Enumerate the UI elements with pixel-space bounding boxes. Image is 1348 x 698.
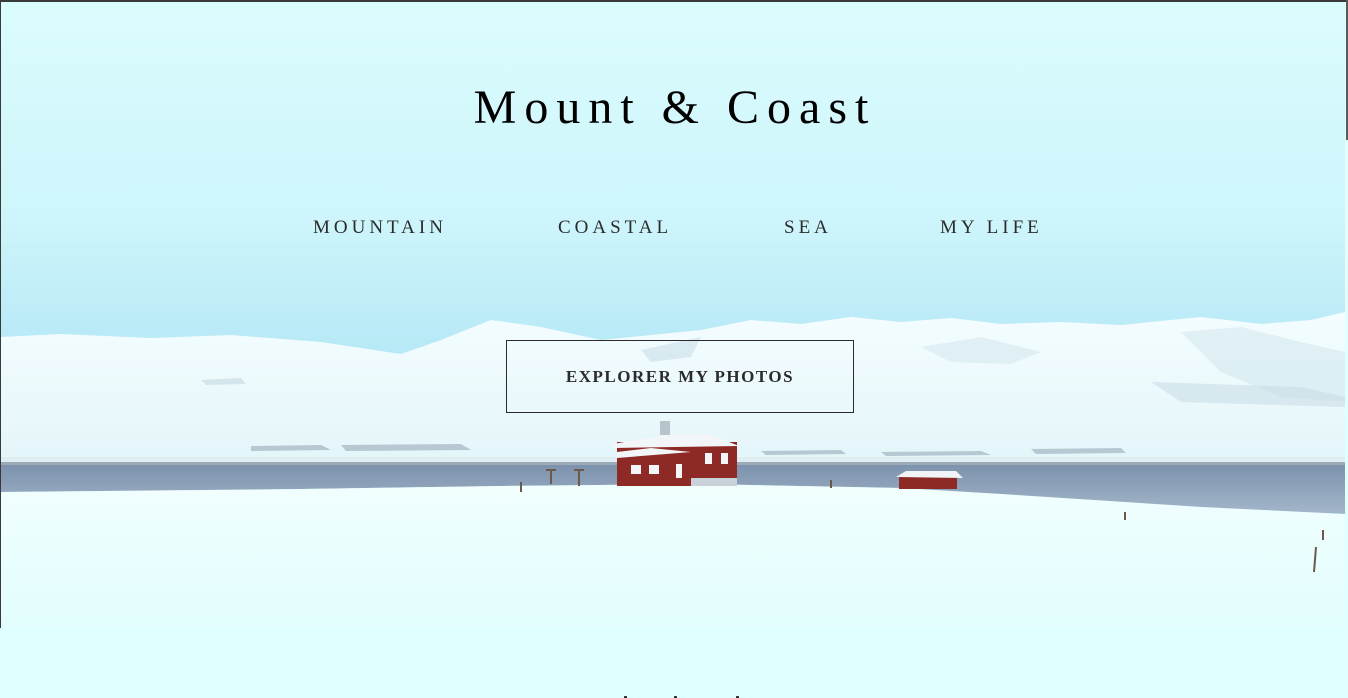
content-section xyxy=(0,628,1348,698)
nav-item-mountain[interactable]: MOUNTAIN xyxy=(313,217,447,239)
snow-field xyxy=(1,484,1345,628)
nav-item-sea[interactable]: SEA xyxy=(784,217,832,239)
main-navigation: MOUNTAIN COASTAL SEA MY LIFE xyxy=(1,217,1345,243)
hero-banner: Mount & Coast MOUNTAIN COASTAL SEA MY LI… xyxy=(1,2,1345,628)
small-shed xyxy=(896,471,963,489)
nav-item-my-life[interactable]: MY LIFE xyxy=(940,217,1043,239)
section-heading-partial xyxy=(620,688,760,698)
nav-item-coastal[interactable]: COASTAL xyxy=(558,217,672,239)
site-title: Mount & Coast xyxy=(473,81,877,134)
explore-photos-button[interactable]: EXPLORER MY PHOTOS xyxy=(506,340,854,413)
